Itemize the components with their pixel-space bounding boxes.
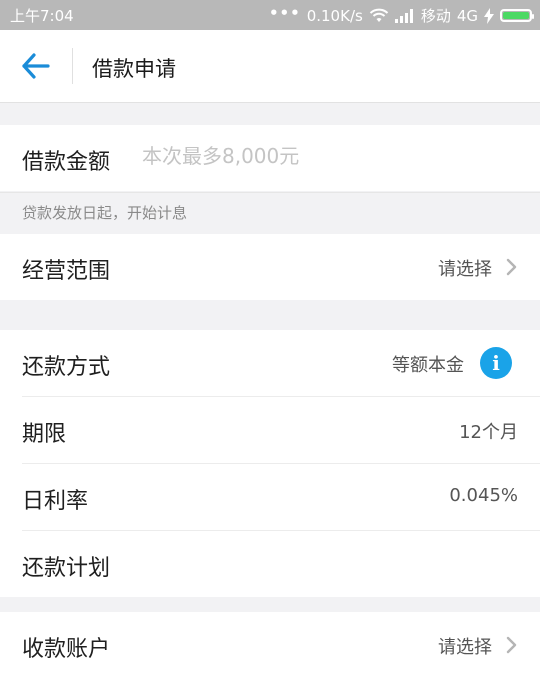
battery-icon bbox=[500, 9, 534, 22]
account-section: 收款账户 请选择 bbox=[0, 612, 540, 696]
daily-rate-row: 日利率 0.045% bbox=[22, 464, 540, 531]
business-scope-value: 请选择 bbox=[438, 259, 492, 280]
term-label: 期限 bbox=[22, 422, 67, 447]
repay-plan-label: 还款计划 bbox=[22, 556, 111, 581]
amount-input[interactable] bbox=[140, 143, 524, 169]
business-scope-label: 经营范围 bbox=[22, 259, 111, 284]
repay-method-value: 等额本金 bbox=[392, 355, 464, 376]
nav-header: 借款申请 bbox=[0, 30, 540, 103]
charging-icon bbox=[484, 7, 494, 24]
carrier-name: 移动 bbox=[420, 7, 451, 25]
repayment-section: 还款方式 等额本金 i 期限 12个月 日利率 0.045% 还款计划 bbox=[0, 330, 540, 597]
chevron-right-icon bbox=[506, 636, 517, 654]
amount-section: 借款金额 bbox=[0, 125, 540, 191]
more-dots-icon: ••• bbox=[268, 3, 301, 22]
header-divider bbox=[72, 48, 73, 84]
amount-label: 借款金额 bbox=[22, 150, 111, 175]
back-button[interactable] bbox=[20, 52, 52, 80]
receive-account-row[interactable]: 收款账户 请选择 bbox=[22, 612, 540, 678]
repay-method-row[interactable]: 还款方式 等额本金 i bbox=[22, 330, 540, 397]
receive-account-value: 请选择 bbox=[438, 637, 492, 658]
status-bar: 上午7:04 ••• 0.10K/s 移动 4G bbox=[0, 0, 540, 30]
repay-plan-row[interactable]: 还款计划 bbox=[22, 531, 540, 597]
back-arrow-icon bbox=[22, 53, 50, 79]
page-title: 借款申请 bbox=[92, 57, 176, 81]
daily-rate-value: 0.045% bbox=[449, 485, 518, 506]
interest-note: 贷款发放日起，开始计息 bbox=[0, 192, 540, 236]
daily-rate-label: 日利率 bbox=[22, 489, 89, 514]
business-scope-row[interactable]: 经营范围 请选择 bbox=[22, 234, 540, 300]
term-row: 期限 12个月 bbox=[22, 397, 540, 464]
amount-row: 借款金额 bbox=[22, 125, 540, 191]
network-type: 4G bbox=[456, 6, 478, 25]
business-scope-section: 经营范围 请选择 bbox=[0, 234, 540, 300]
status-time: 上午7:04 bbox=[10, 7, 74, 25]
repay-method-label: 还款方式 bbox=[22, 355, 111, 380]
term-value: 12个月 bbox=[459, 422, 518, 443]
chevron-right-icon bbox=[506, 258, 517, 276]
status-right: ••• 0.10K/s 移动 4G bbox=[268, 3, 534, 26]
interest-note-text: 贷款发放日起，开始计息 bbox=[22, 204, 188, 222]
network-speed: 0.10K/s bbox=[306, 6, 363, 25]
signal-icon bbox=[394, 8, 415, 23]
receive-account-label: 收款账户 bbox=[22, 637, 111, 662]
info-icon[interactable]: i bbox=[480, 347, 512, 379]
wifi-icon bbox=[369, 8, 389, 24]
